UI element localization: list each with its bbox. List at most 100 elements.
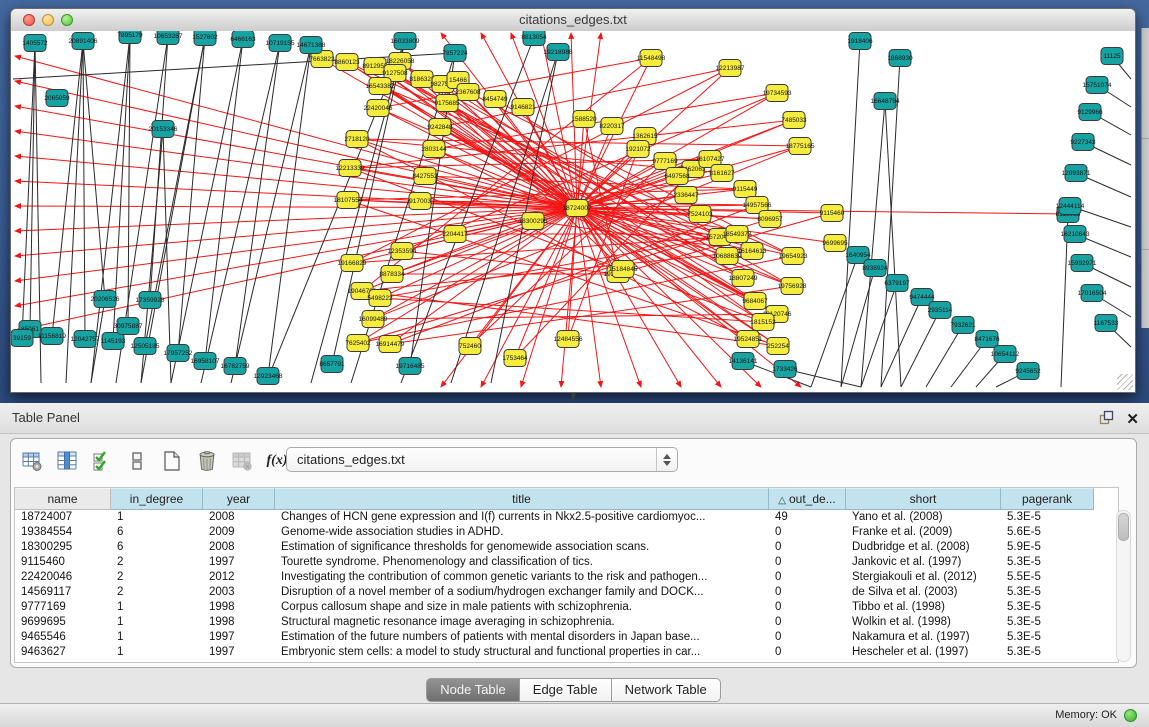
graph-node[interactable]: 1405572: [22, 35, 48, 52]
graph-edge[interactable]: [205, 39, 243, 361]
table-vertical-scrollbar[interactable]: [1116, 510, 1131, 662]
graph-edge[interactable]: [171, 39, 243, 383]
graph-node[interactable]: 12353594: [388, 243, 417, 260]
graph-node[interactable]: 1921072: [625, 141, 651, 158]
graph-node[interactable]: 7857224: [442, 45, 468, 62]
graph-node[interactable]: 1753464: [502, 350, 528, 367]
graph-node[interactable]: 8471676: [974, 331, 1000, 348]
graph-edge[interactable]: [885, 101, 901, 387]
graph-node[interactable]: 12213987: [716, 60, 745, 77]
graph-node[interactable]: 16543382: [366, 78, 395, 95]
table-select-dropdown[interactable]: citations_edges.txt: [286, 447, 678, 472]
graph-node[interactable]: 19166829: [338, 255, 367, 272]
graph-node[interactable]: 9115460: [820, 205, 845, 222]
graph-node[interactable]: 19716485: [396, 358, 425, 375]
graph-edge[interactable]: [402, 251, 618, 274]
graph-node[interactable]: 14671388: [297, 37, 326, 54]
show-columns-icon[interactable]: [56, 450, 78, 472]
graph-edge[interactable]: [231, 45, 311, 383]
row-height-icon[interactable]: [126, 450, 148, 472]
table-row[interactable]: 946554611997Estimation of the future num…: [15, 630, 1118, 645]
column-header-pagerank[interactable]: pagerank: [1001, 488, 1094, 510]
graph-node[interactable]: 17359928: [136, 292, 165, 309]
graph-edge[interactable]: [52, 41, 83, 336]
graph-node[interactable]: 9699695: [822, 235, 848, 252]
column-header-in_degree[interactable]: in_degree: [111, 488, 203, 510]
graph-node[interactable]: 30975887: [114, 318, 143, 335]
graph-node[interactable]: 1868930: [887, 50, 913, 67]
graph-node[interactable]: 16164613: [738, 243, 767, 260]
graph-node[interactable]: 1733426: [772, 361, 798, 378]
graph-node[interactable]: 9777169: [652, 153, 678, 170]
graph-node[interactable]: 2336447: [673, 187, 699, 204]
graph-node[interactable]: 15992971: [1068, 255, 1097, 272]
graph-edge[interactable]: [150, 36, 168, 300]
table-row[interactable]: 946362711997Embryonic stem cells: a mode…: [15, 645, 1118, 660]
graph-node[interactable]: 16648794: [871, 93, 900, 110]
table-row[interactable]: 977716911998Corpus callosum shape and si…: [15, 600, 1118, 615]
graph-node[interactable]: 2718120: [344, 131, 370, 148]
graph-edge[interactable]: [373, 314, 777, 319]
table-row[interactable]: 911546021997Tourette syndrome. Phenomeno…: [15, 555, 1118, 570]
graph-node[interactable]: 8427552: [412, 168, 438, 185]
graph-node[interactable]: 15184845: [609, 261, 638, 278]
graph-node[interactable]: 12484556: [554, 331, 583, 348]
graph-node[interactable]: 12923468: [254, 368, 283, 385]
graph-node[interactable]: 2367608: [455, 84, 481, 101]
graph-node[interactable]: 16033809: [391, 33, 420, 50]
graph-node[interactable]: 19524851: [734, 331, 763, 348]
tab-network-table[interactable]: Network Table: [612, 678, 721, 702]
graph-node[interactable]: 7524103: [687, 206, 713, 223]
graph-node[interactable]: 1167533: [1094, 315, 1119, 332]
graph-node[interactable]: 16210643: [1061, 226, 1090, 243]
graph-node[interactable]: 2204417: [442, 226, 468, 243]
graph-node[interactable]: 20153346: [149, 121, 178, 138]
window-resize-grip[interactable]: [1117, 374, 1133, 390]
graph-edge[interactable]: [201, 43, 280, 383]
column-header-title[interactable]: title: [275, 488, 769, 510]
graph-node[interactable]: 12444114: [1056, 198, 1085, 215]
graph-node[interactable]: 20206526: [91, 291, 120, 308]
graph-node[interactable]: 18807249: [729, 270, 758, 287]
graph-node[interactable]: 9242848: [427, 119, 453, 136]
graph-edge[interactable]: [901, 310, 940, 387]
close-panel-icon[interactable]: ✕: [1126, 412, 1139, 428]
create-table-icon[interactable]: [161, 450, 183, 472]
graph-node[interactable]: 752460: [459, 338, 481, 355]
graph-node[interactable]: 8657791: [319, 356, 345, 373]
graph-node[interactable]: 11156819: [38, 328, 66, 345]
scrollbar-thumb[interactable]: [1118, 513, 1129, 541]
graph-node[interactable]: 39159: [11, 330, 33, 347]
graph-node[interactable]: 18724007: [563, 200, 592, 217]
graph-node[interactable]: 17957252: [164, 345, 193, 362]
table-row[interactable]: 1830029562008Estimation of significance …: [15, 540, 1118, 555]
column-header-out_degree[interactable]: △out_de...: [769, 488, 846, 510]
graph-node[interactable]: 15751074: [1083, 77, 1112, 94]
graph-node[interactable]: 8813054: [521, 31, 547, 46]
column-header-year[interactable]: year: [203, 488, 275, 510]
graph-node[interactable]: 9146821: [510, 99, 536, 116]
graph-node[interactable]: 11548498: [637, 50, 666, 67]
graph-node[interactable]: 19654923: [779, 248, 808, 265]
graph-node[interactable]: 9227343: [1070, 134, 1096, 151]
graph-node[interactable]: 7485033: [781, 112, 807, 129]
network-window-titlebar[interactable]: citations_edges.txt: [11, 9, 1135, 32]
graph-node[interactable]: 9115449: [733, 181, 758, 198]
graph-node[interactable]: 9175685: [434, 95, 460, 112]
graph-node[interactable]: 14136141: [729, 353, 758, 370]
table-settings-icon[interactable]: [21, 450, 43, 472]
graph-node[interactable]: 7895179: [117, 31, 143, 44]
graph-node[interactable]: 1815152: [750, 314, 776, 331]
graph-edge[interactable]: [141, 37, 205, 383]
graph-node[interactable]: 2935114: [928, 302, 953, 319]
graph-node[interactable]: 8454749: [482, 91, 508, 108]
table-row[interactable]: 969969511998Structural magnetic resonanc…: [15, 615, 1118, 630]
graph-node[interactable]: 8878334: [379, 266, 405, 283]
graph-node[interactable]: 16958107: [191, 353, 220, 370]
graph-node[interactable]: 18107554: [334, 192, 363, 209]
graph-node[interactable]: 8161627: [709, 165, 735, 182]
table-row[interactable]: 1938455462009Genome-wide association stu…: [15, 525, 1118, 540]
graph-node[interactable]: 7625402: [345, 335, 371, 352]
graph-node[interactable]: 11125: [1101, 48, 1123, 65]
graph-node[interactable]: 16099489: [359, 311, 388, 328]
